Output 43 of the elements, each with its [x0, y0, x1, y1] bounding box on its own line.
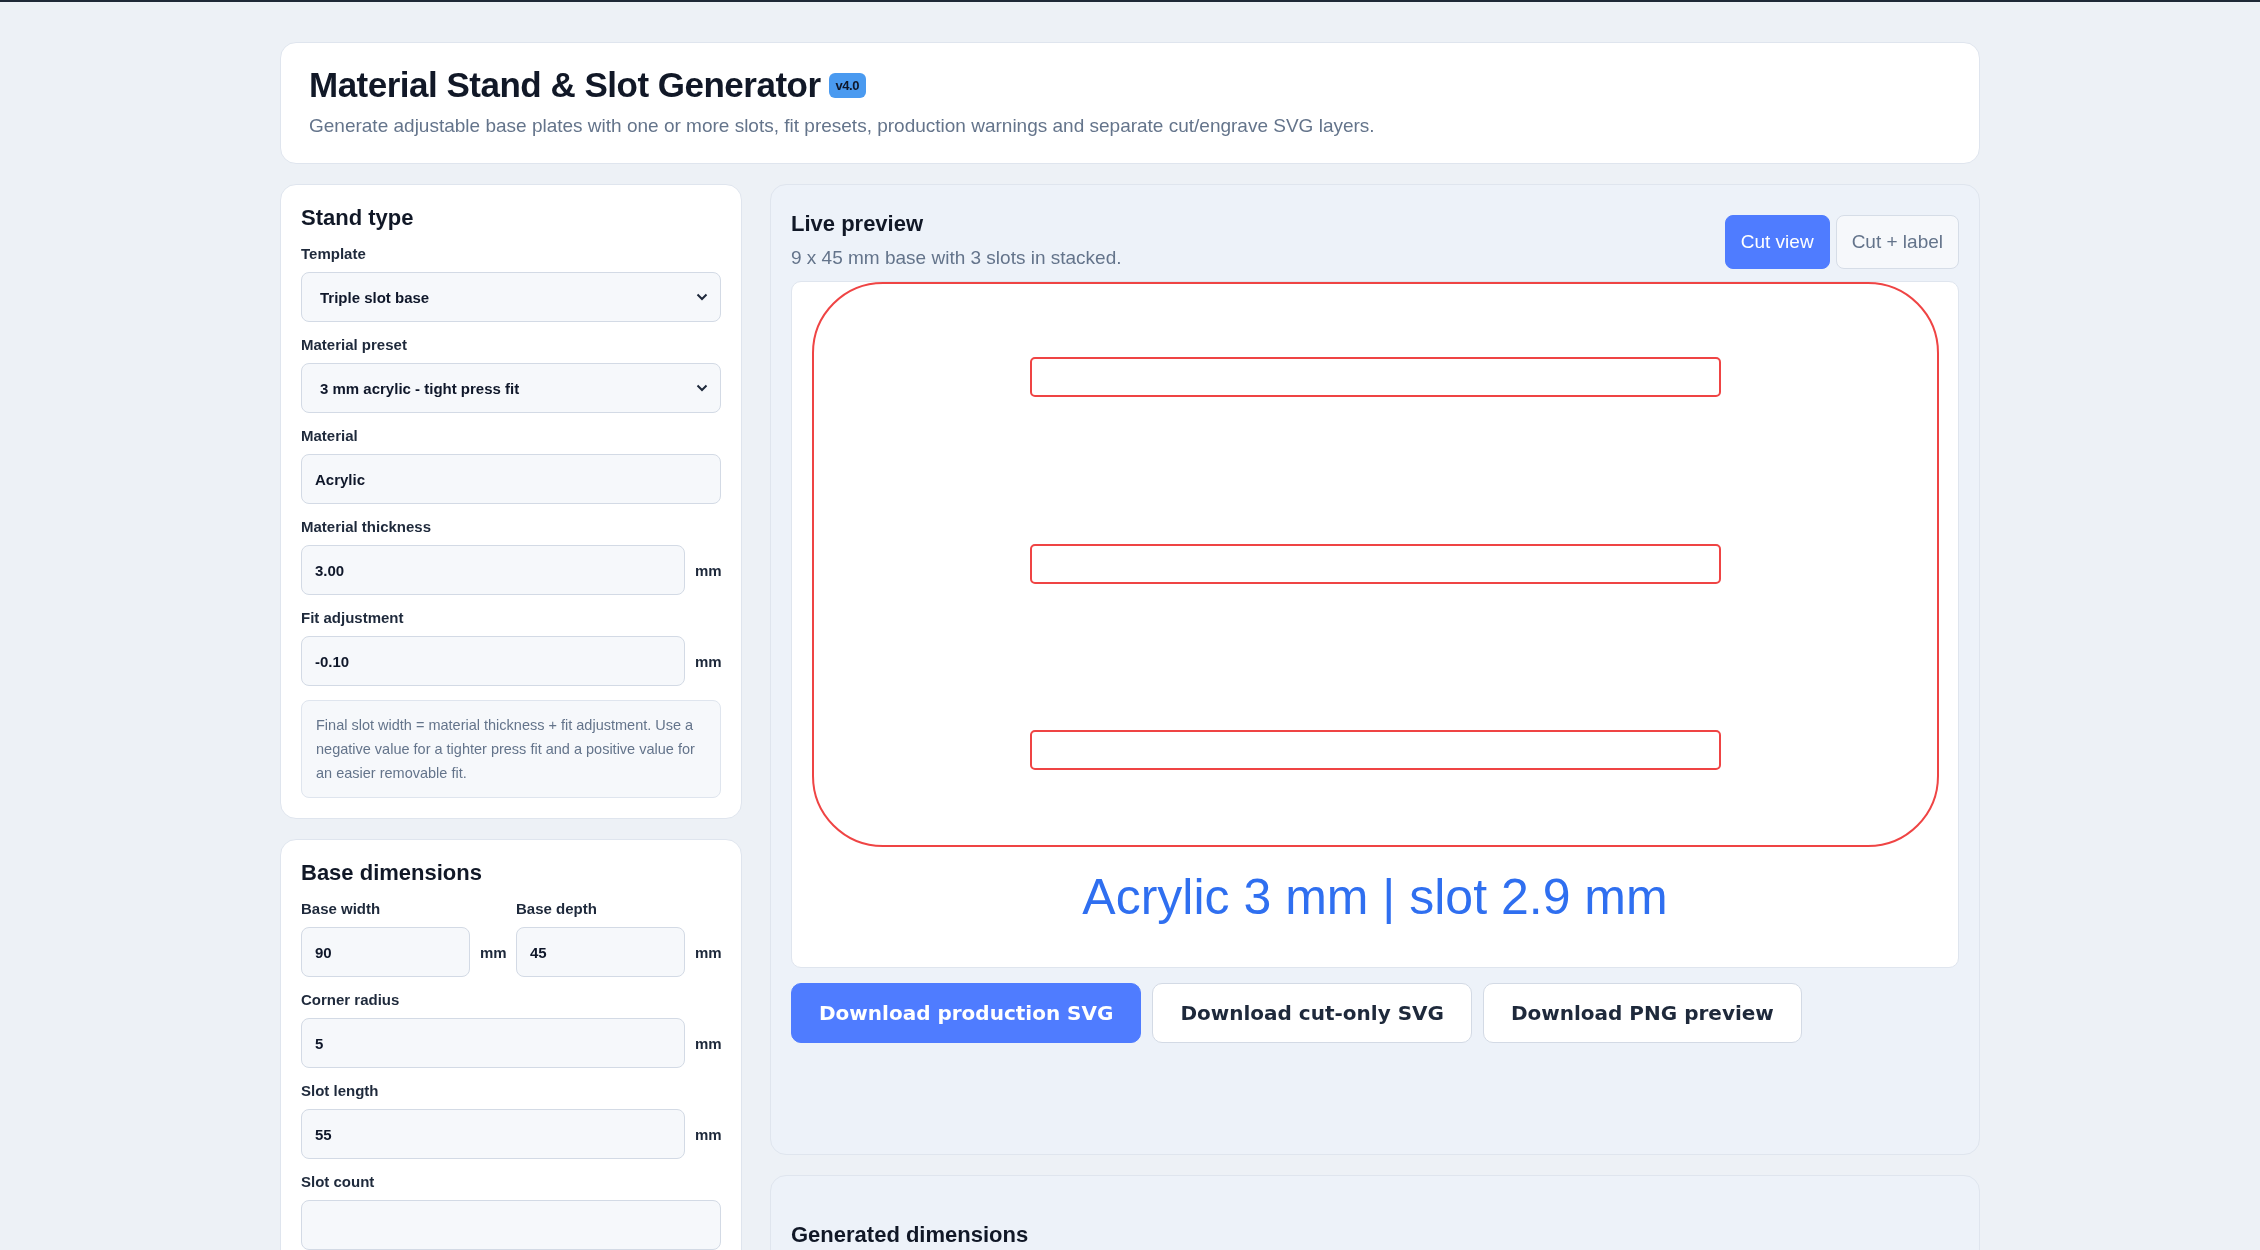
chevron-down-icon: [696, 384, 708, 392]
field-label: Material thickness: [301, 518, 433, 535]
input-field[interactable]: 55: [301, 1109, 685, 1159]
input-field[interactable]: 90: [301, 927, 470, 977]
field-label: Slot length: [301, 1082, 380, 1099]
field-label: Slot count: [301, 1173, 376, 1190]
input-field[interactable]: 5: [301, 1018, 685, 1068]
field-label: Material: [301, 427, 359, 444]
view-tab[interactable]: Cut view: [1724, 215, 1830, 269]
input-field[interactable]: -0.10: [301, 636, 685, 686]
field-label: Template: [301, 245, 367, 262]
input-field[interactable]: Acrylic: [301, 454, 721, 504]
download-button[interactable]: Download cut-only SVG: [1152, 983, 1472, 1043]
chevron-down-icon: [696, 293, 708, 301]
input-field[interactable]: [301, 1200, 721, 1250]
panel-title: Stand type: [301, 205, 415, 231]
version-badge: v4.0: [828, 72, 866, 98]
preview-summary: 9 x 45 mm base with 3 slots in stacked.: [791, 247, 1122, 269]
unit-label: mm: [695, 1034, 721, 1052]
panel-title: Generated dimensions: [791, 1222, 1030, 1248]
unit-label: mm: [695, 561, 721, 579]
unit-label: mm: [695, 652, 721, 670]
unit-label: mm: [695, 1125, 721, 1143]
field-label: Material preset: [301, 336, 408, 353]
input-field[interactable]: 45: [516, 927, 685, 977]
page-title: Material Stand & Slot Generator: [309, 65, 821, 105]
unit-label: mm: [695, 943, 721, 961]
download-button[interactable]: Download production SVG: [791, 983, 1142, 1043]
input-field[interactable]: 3.00: [301, 545, 685, 595]
field-label: Corner radius: [301, 991, 401, 1008]
engrave-label: Acrylic 3 mm | slot 2.9 mm: [1082, 868, 1668, 926]
download-button[interactable]: Download PNG preview: [1482, 983, 1802, 1043]
help-note: Final slot width = material thickness + fit adjustment. Use a negative value for a tighter press fit and a positive value for an easier removable fit.: [301, 700, 721, 798]
panel-title: Live preview: [791, 211, 925, 237]
dropdown[interactable]: Triple slot base: [301, 272, 721, 322]
panel-title: Base dimensions: [301, 860, 483, 886]
field-label: Fit adjustment: [301, 609, 405, 626]
page-subtitle: Generate adjustable base plates with one or more slots, fit presets, production warnings and separate cut/engrave SVG layers.: [309, 115, 1376, 137]
unit-label: mm: [480, 943, 506, 961]
field-label: Base width: [301, 900, 382, 917]
field-label: Base depth: [516, 900, 598, 917]
view-tab[interactable]: Cut + label: [1835, 215, 1959, 269]
dropdown[interactable]: 3 mm acrylic - tight press fit: [301, 363, 721, 413]
